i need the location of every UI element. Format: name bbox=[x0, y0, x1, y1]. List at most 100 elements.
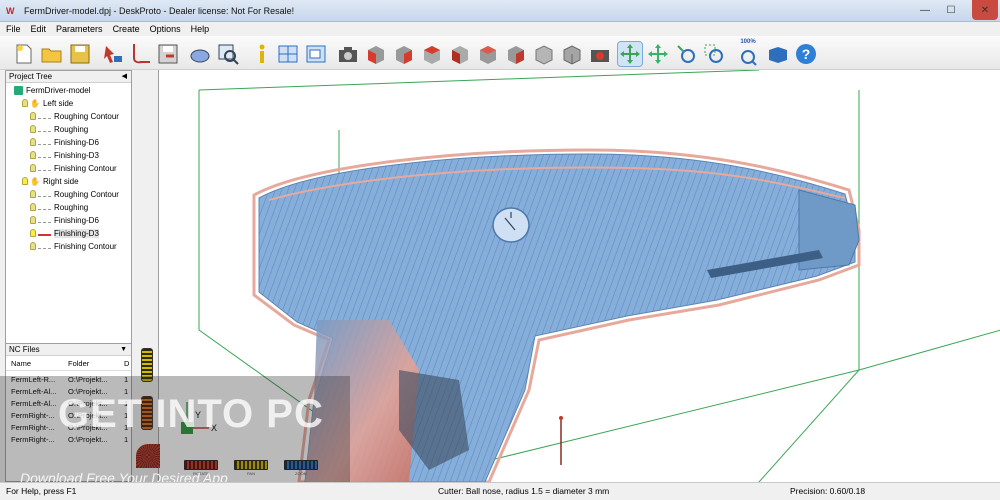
window-icon[interactable] bbox=[304, 42, 328, 66]
toolbar: 100% ? bbox=[0, 36, 1000, 70]
zoom-100-icon[interactable]: 100% bbox=[736, 39, 760, 66]
pan-slider-label: PAN bbox=[247, 471, 255, 476]
pan-icon[interactable] bbox=[646, 42, 670, 66]
zoom-search-icon[interactable] bbox=[216, 42, 240, 66]
zoom-slider[interactable] bbox=[284, 460, 318, 470]
grid-icon[interactable] bbox=[276, 42, 300, 66]
tree-part-right[interactable]: ✋ Right side bbox=[22, 175, 79, 187]
book-icon[interactable] bbox=[766, 42, 790, 66]
view-cube-iso2-icon[interactable] bbox=[560, 42, 584, 66]
tree-root[interactable]: FermDriver-model bbox=[14, 84, 90, 96]
tree-op-label: Finishing-D6 bbox=[54, 215, 99, 225]
view-cube-bottom-icon[interactable] bbox=[504, 42, 528, 66]
lightbulb-icon[interactable] bbox=[30, 151, 36, 159]
rotate-dial[interactable] bbox=[136, 444, 160, 468]
view-cube-back-icon[interactable] bbox=[392, 42, 416, 66]
project-tree-title: Project Tree bbox=[9, 72, 53, 81]
menu-parameters[interactable]: Parameters bbox=[56, 24, 103, 34]
tree-op-selected[interactable]: Finishing-D3 bbox=[30, 227, 99, 239]
view-cube-right-icon[interactable] bbox=[448, 42, 472, 66]
tree-op[interactable]: Finishing Contour bbox=[30, 240, 117, 252]
tree-op[interactable]: Roughing bbox=[30, 201, 88, 213]
tree-op[interactable]: Finishing-D6 bbox=[30, 214, 99, 226]
camera-icon[interactable] bbox=[336, 42, 360, 66]
new-icon[interactable] bbox=[12, 42, 36, 66]
toolpath-op-icon bbox=[38, 217, 51, 223]
tree-op[interactable]: Roughing Contour bbox=[30, 188, 119, 200]
lightbulb-icon[interactable] bbox=[30, 164, 36, 172]
maximize-button[interactable]: ☐ bbox=[938, 0, 964, 20]
tree-op[interactable]: Finishing Contour bbox=[30, 162, 117, 174]
toolpath-op-icon bbox=[38, 230, 51, 236]
lightbulb-icon[interactable] bbox=[30, 242, 36, 250]
open-icon[interactable] bbox=[40, 42, 64, 66]
view-cube-left-icon[interactable] bbox=[420, 42, 444, 66]
status-bar: For Help, press F1 Cutter: Ball nose, ra… bbox=[0, 482, 1000, 500]
lightbulb-icon[interactable] bbox=[30, 203, 36, 211]
rotate-slider[interactable] bbox=[184, 460, 218, 470]
lightbulb-icon[interactable] bbox=[30, 190, 36, 198]
menu-file[interactable]: File bbox=[6, 24, 21, 34]
zoom-in-icon[interactable] bbox=[674, 42, 698, 66]
column-header-folder[interactable]: Folder bbox=[68, 357, 89, 371]
import-icon[interactable] bbox=[100, 42, 124, 66]
toolpath-icon[interactable] bbox=[128, 42, 152, 66]
toolpath-op-icon bbox=[38, 126, 51, 132]
tree-op[interactable]: Roughing bbox=[30, 123, 88, 135]
view-cube-front-icon[interactable] bbox=[364, 42, 388, 66]
preview-icon[interactable] bbox=[188, 42, 212, 66]
lightbulb-icon[interactable] bbox=[22, 177, 28, 185]
save-icon[interactable] bbox=[68, 42, 92, 66]
column-header-d[interactable]: D bbox=[124, 357, 129, 371]
toolpath-op-icon bbox=[38, 204, 51, 210]
snapshot-icon[interactable] bbox=[588, 42, 612, 66]
model-icon bbox=[14, 85, 23, 95]
tree-part-left[interactable]: ✋ Left side bbox=[22, 97, 73, 109]
tree-op-label: Roughing Contour bbox=[54, 189, 119, 199]
close-button[interactable]: ✕ bbox=[972, 0, 998, 20]
view-cube-iso-icon[interactable] bbox=[532, 42, 556, 66]
status-precision: Precision: 0.60/0.18 bbox=[790, 486, 866, 496]
tree-op[interactable]: Finishing-D3 bbox=[30, 149, 99, 161]
part-icon: ✋ bbox=[30, 176, 40, 186]
tree-op[interactable]: Roughing Contour bbox=[30, 110, 119, 122]
cell-d: 1 bbox=[124, 375, 129, 384]
menu-create[interactable]: Create bbox=[113, 24, 140, 34]
toolpath-op-icon bbox=[38, 243, 51, 249]
svg-text:?: ? bbox=[802, 46, 811, 62]
toolpath-op-icon bbox=[38, 139, 51, 145]
info-icon[interactable] bbox=[250, 42, 274, 66]
tree-part-label: Left side bbox=[42, 98, 74, 108]
nc-files-header: NC Files ▼ bbox=[6, 344, 131, 356]
yellow-gauge[interactable] bbox=[141, 348, 153, 382]
title-bar: W FermDriver-model.dpj - DeskProto - Dea… bbox=[0, 0, 1000, 22]
lightbulb-icon[interactable] bbox=[30, 138, 36, 146]
lightbulb-icon[interactable] bbox=[30, 229, 36, 237]
save-nc-icon[interactable] bbox=[156, 42, 180, 66]
collapse-left-icon[interactable]: ◀ bbox=[122, 71, 127, 83]
zoom-slider-label: ZOOM bbox=[295, 471, 307, 476]
zoom-window-icon[interactable] bbox=[702, 42, 726, 66]
cell-name: FermLeft-R... bbox=[11, 375, 56, 384]
tree-op[interactable]: Finishing-D6 bbox=[30, 136, 99, 148]
window-title: FermDriver-model.dpj - DeskProto - Deale… bbox=[24, 5, 295, 16]
lightbulb-icon[interactable] bbox=[30, 125, 36, 133]
menu-options[interactable]: Options bbox=[150, 24, 181, 34]
menu-help[interactable]: Help bbox=[191, 24, 210, 34]
lightbulb-icon[interactable] bbox=[30, 216, 36, 224]
pan-slider[interactable] bbox=[234, 460, 268, 470]
column-header-name[interactable]: Name bbox=[11, 357, 31, 371]
rotate-icon[interactable] bbox=[617, 41, 643, 67]
tree-op-label: Roughing bbox=[54, 124, 89, 134]
table-row[interactable]: FermLeft-R... O:\Projekt... 1 bbox=[6, 374, 131, 386]
tree-part-label: Right side bbox=[42, 176, 79, 186]
view-cube-top-icon[interactable] bbox=[476, 42, 500, 66]
help-icon[interactable]: ? bbox=[794, 42, 818, 66]
toolpath-op-icon bbox=[38, 152, 51, 158]
toolpath-op-icon bbox=[38, 165, 51, 171]
dropdown-icon[interactable]: ▼ bbox=[120, 344, 127, 356]
lightbulb-icon[interactable] bbox=[30, 112, 36, 120]
lightbulb-icon[interactable] bbox=[22, 99, 28, 107]
menu-edit[interactable]: Edit bbox=[31, 24, 47, 34]
minimize-button[interactable]: — bbox=[912, 0, 938, 20]
